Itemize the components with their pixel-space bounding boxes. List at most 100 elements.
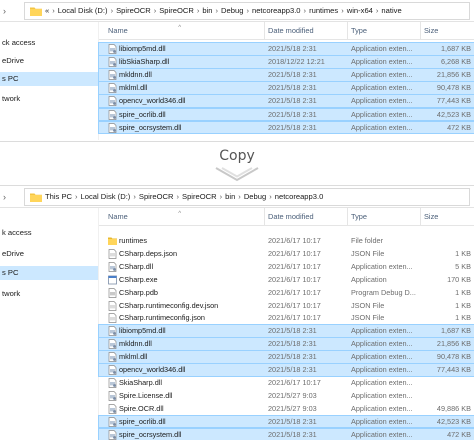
breadcrumb-segment[interactable]: SpireOCR <box>159 6 194 15</box>
file-type: Application exten... <box>351 377 413 387</box>
breadcrumb-separator-icon[interactable]: › <box>341 6 344 15</box>
breadcrumb-separator-icon[interactable]: › <box>216 6 219 15</box>
column-header-name[interactable]: Name ^ <box>99 22 265 40</box>
file-date-modified: 2021/6/17 10:17 <box>268 236 321 245</box>
breadcrumb-segment[interactable]: win-x64 <box>347 6 373 15</box>
pdb-icon <box>108 287 117 298</box>
file-name: runtimes <box>119 236 147 245</box>
file-row[interactable]: CSharp.runtimeconfig.dev.json 2021/6/17 1… <box>99 300 474 312</box>
file-row[interactable]: libiomp5md.dll 2021/5/18 2:31 Application … <box>98 42 474 56</box>
breadcrumb-segment[interactable]: runtimes <box>309 6 338 15</box>
breadcrumb-segment[interactable]: « <box>45 6 49 15</box>
breadcrumb-separator-icon[interactable]: › <box>376 6 379 15</box>
file-row[interactable]: libSkiaSharp.dll 2018/12/22 12:21 Applicat… <box>98 55 474 69</box>
breadcrumb-separator-icon[interactable]: › <box>75 192 78 201</box>
nav-item-onedrive[interactable]: eDrive <box>0 54 98 68</box>
breadcrumb-segment[interactable]: This PC <box>45 192 72 201</box>
column-header-size[interactable]: Size <box>421 22 474 40</box>
breadcrumb-separator-icon[interactable]: › <box>197 6 200 15</box>
nav-item-onedrive[interactable]: eDrive <box>0 247 98 261</box>
file-size <box>421 235 471 247</box>
column-header-size[interactable]: Size <box>421 208 474 226</box>
json-file-icon <box>108 249 117 259</box>
breadcrumb-segment[interactable]: Local Disk (D:) <box>81 192 131 201</box>
breadcrumb-separator-icon[interactable]: › <box>111 6 114 15</box>
breadcrumb-segment[interactable]: Debug <box>244 192 266 201</box>
file-row[interactable]: Spire.OCR.dll 2021/5/27 9:03 Application e… <box>99 403 474 415</box>
breadcrumb-segment[interactable]: bin <box>225 192 235 201</box>
breadcrumb-segment[interactable]: Local Disk (D:) <box>58 6 108 15</box>
breadcrumb-segment[interactable]: netcoreapp3.0 <box>252 6 301 15</box>
file-name: Spire.License.dll <box>119 390 173 400</box>
column-header-date-modified[interactable]: Date modified <box>265 208 348 226</box>
breadcrumb-segment[interactable]: SpireOCR <box>182 192 217 201</box>
file-row[interactable]: spire_ocrsystem.dll 2021/5/18 2:31 Applica… <box>98 120 474 135</box>
breadcrumb-separator-icon[interactable]: › <box>220 192 223 201</box>
file-row[interactable]: opencv_world346.dll 2021/5/18 2:31 Applica… <box>98 94 474 109</box>
file-date-modified: 2021/5/18 2:31 <box>268 44 317 53</box>
breadcrumb-segment[interactable]: native <box>381 6 401 15</box>
breadcrumb-segment[interactable]: netcoreapp3.0 <box>275 192 324 201</box>
file-row[interactable]: Spire.License.dll 2021/5/27 9:03 Applicati… <box>99 390 474 402</box>
breadcrumb-separator-icon[interactable]: › <box>238 192 241 201</box>
breadcrumb-separator-icon[interactable]: › <box>246 6 249 15</box>
nav-item-network[interactable]: twork <box>0 287 98 301</box>
sort-caret-icon: ^ <box>178 25 182 31</box>
file-date-modified: 2021/5/18 2:31 <box>268 109 317 119</box>
file-type: Application exten... <box>351 96 413 106</box>
column-header-date-modified[interactable]: Date modified <box>265 22 348 40</box>
file-name: CSharp.runtimeconfig.json <box>119 313 205 323</box>
file-row[interactable]: runtimes 2021/6/17 10:17 File folder <box>99 235 474 247</box>
file-row[interactable]: mkldnn.dll 2021/5/18 2:31 Application exte… <box>98 68 474 82</box>
file-row[interactable]: spire_ocrlib.dll 2021/5/18 2:31 Applicatio… <box>98 414 474 429</box>
file-row[interactable]: mkldnn.dll 2021/5/18 2:31 Application exte… <box>98 337 474 351</box>
file-row[interactable]: CSharp.runtimeconfig.json 2021/6/17 10:17… <box>99 312 474 324</box>
file-row[interactable]: CSharp.dll 2021/6/17 10:17 Application ext… <box>99 261 474 273</box>
nav-item-this-pc[interactable]: s PC <box>0 266 98 280</box>
file-row[interactable]: CSharp.pdb 2021/6/17 10:17 Program Debug D… <box>99 287 474 299</box>
file-row[interactable]: opencv_world346.dll 2021/5/18 2:31 Applica… <box>98 363 474 377</box>
file-size: 1,687 KB <box>440 326 471 336</box>
breadcrumb-segment[interactable]: SpireOCR <box>139 192 174 201</box>
nav-item-network[interactable]: twork <box>0 92 98 106</box>
file-size: 42,523 KB <box>436 416 471 426</box>
file-type: File folder <box>351 236 384 245</box>
column-header-type[interactable]: Type <box>348 208 421 226</box>
file-row[interactable]: spire_ocrsystem.dll 2021/5/18 2:31 Applica… <box>98 427 474 440</box>
file-row[interactable]: libiomp5md.dll 2021/5/18 2:31 Application … <box>98 324 474 339</box>
breadcrumb-separator-icon[interactable]: › <box>154 6 157 15</box>
breadcrumb[interactable]: This PC › Local Disk (D:) › SpireOCR › SpireOC… <box>24 188 470 206</box>
file-row[interactable]: mklml.dll 2021/5/18 2:31 Application exten… <box>98 350 474 364</box>
breadcrumb-separator-icon[interactable]: › <box>304 6 307 15</box>
file-row[interactable]: mklml.dll 2021/5/18 2:31 Application exten… <box>98 81 474 96</box>
file-row[interactable]: CSharp.deps.json 2021/6/17 10:17 JSON File… <box>99 248 474 260</box>
file-size: 1 KB <box>455 287 471 297</box>
chevron-right-icon[interactable]: › <box>3 5 11 17</box>
file-date-modified: 2021/5/18 2:31 <box>268 96 317 106</box>
chevron-right-icon[interactable]: › <box>3 191 11 203</box>
nav-item-quick-access[interactable]: k access <box>0 226 98 240</box>
breadcrumb-segment[interactable]: SpireOCR <box>116 6 151 15</box>
file-row[interactable]: CSharp.exe 2021/6/17 10:17 Application 170 … <box>99 274 474 286</box>
breadcrumb-separator-icon[interactable]: › <box>269 192 272 201</box>
file-date-modified: 2021/5/18 2:31 <box>268 70 317 80</box>
breadcrumb-separator-icon[interactable]: › <box>133 192 136 201</box>
column-header-type[interactable]: Type <box>348 22 421 40</box>
breadcrumb-separator-icon[interactable]: › <box>176 192 179 201</box>
breadcrumb-segment[interactable]: bin <box>202 6 212 15</box>
file-row[interactable]: spire_ocrlib.dll 2021/5/18 2:31 Applicatio… <box>98 107 474 122</box>
file-row[interactable]: SkiaSharp.dll 2021/6/17 10:17 Application … <box>99 377 474 389</box>
file-date-modified: 2021/6/17 10:17 <box>268 313 321 323</box>
breadcrumb[interactable]: «› Local Disk (D:) › SpireOCR › SpireOCR › bin ›… <box>24 2 470 20</box>
breadcrumb-segment[interactable]: Debug <box>221 6 243 15</box>
nav-item-this-pc[interactable]: s PC <box>0 72 98 86</box>
file-type: Application exten... <box>351 109 413 119</box>
dll-icon <box>108 390 117 401</box>
column-header-name[interactable]: Name ^ <box>99 208 265 226</box>
file-list: Name ^ Date modified Type Size runtimes 20… <box>98 208 474 440</box>
file-size: 21,856 KB <box>436 70 471 80</box>
nav-item-quick-access[interactable]: ck access <box>0 36 98 50</box>
breadcrumb-separator-icon[interactable]: › <box>52 6 55 15</box>
file-name: spire_ocrlib.dll <box>119 109 166 119</box>
file-type: Application exten... <box>351 70 413 80</box>
